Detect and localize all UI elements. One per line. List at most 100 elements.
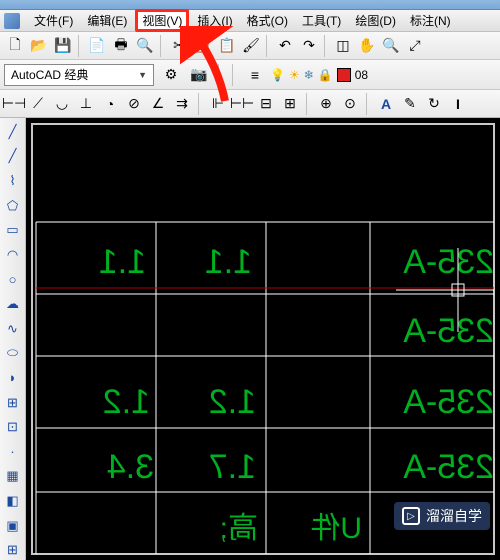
insert-block-tool[interactable]: ⊞ <box>3 393 23 413</box>
polygon-tool[interactable]: ⬠ <box>3 196 23 216</box>
dim-break-icon[interactable]: ⊞ <box>280 94 300 114</box>
menu-view[interactable]: 视图(V) <box>135 9 189 32</box>
layer-color-swatch[interactable] <box>337 68 351 82</box>
copy-button[interactable]: 📋 <box>192 35 214 57</box>
dim-edit-icon[interactable]: ✎ <box>400 94 420 114</box>
text-i-icon[interactable]: I <box>448 94 468 114</box>
dim-continue-icon[interactable]: ⊢⊢ <box>232 94 252 114</box>
cell-r1c1: 1.1 <box>99 243 146 281</box>
cut-button[interactable]: ✂ <box>168 35 190 57</box>
drawing-canvas[interactable]: 1.1 1.1 235-A 235-A 1.2 1.2 235-A 3.4 1.… <box>26 118 500 560</box>
menu-file[interactable]: 文件(F) <box>28 10 79 31</box>
cell-bottom-note: 高; <box>220 512 258 545</box>
cell-r2c3: 235-A <box>403 312 494 350</box>
watermark: ▷ 溜溜自学 <box>394 502 490 530</box>
layer-manager-button[interactable]: ≡ <box>244 64 266 86</box>
cell-r3c2: 1.2 <box>209 383 256 421</box>
revcloud-tool[interactable]: ☁ <box>3 294 23 314</box>
redo-button[interactable]: ↷ <box>298 35 320 57</box>
separator <box>78 35 82 57</box>
menu-insert[interactable]: 插入(I) <box>191 10 238 31</box>
cell-bottom-text: U件 <box>310 512 362 545</box>
polyline-tool[interactable]: ⌇ <box>3 171 23 191</box>
zoom-button[interactable]: 🔍 <box>380 35 402 57</box>
gear-button[interactable]: ⚙ <box>160 64 182 86</box>
menu-format[interactable]: 格式(O) <box>241 10 294 31</box>
separator <box>266 35 270 57</box>
menu-annotate[interactable]: 标注(N) <box>404 10 457 31</box>
style-toolbar: AutoCAD 经典 ▼ ⚙ 📷 ≡ 💡 ☀ ❄ 🔒 08 <box>0 60 500 90</box>
separator <box>232 64 236 86</box>
xline-tool[interactable]: ╱ <box>3 147 23 167</box>
match-button[interactable]: 🖌 <box>240 35 262 57</box>
menu-edit[interactable]: 编辑(E) <box>81 10 133 31</box>
dim-quick-icon[interactable]: ⇉ <box>172 94 192 114</box>
dim-arc-icon[interactable]: ◡ <box>52 94 72 114</box>
make-block-tool[interactable]: ⊡ <box>3 417 23 437</box>
paste-button[interactable]: 📋 <box>216 35 238 57</box>
dimension-toolbar: ⊢⊣ ⟋ ◡ ⊥ ◔ ⊘ ∠ ⇉ ⊩ ⊢⊢ ⊟ ⊞ ⊕ ⊙ A ✎ ↻ I <box>0 90 500 118</box>
zoom-extents-button[interactable]: ⤢ <box>404 35 426 57</box>
bulb-icon[interactable]: 💡 <box>270 68 285 82</box>
dim-aligned-icon[interactable]: ⟋ <box>28 94 48 114</box>
cell-r1c3: 235-A <box>403 243 494 281</box>
menu-draw[interactable]: 绘图(D) <box>349 10 402 31</box>
dim-linear-icon[interactable]: ⊢⊣ <box>4 94 24 114</box>
plot-button[interactable]: 🖶 <box>110 35 132 57</box>
dim-ordinate-icon[interactable]: ⊥ <box>76 94 96 114</box>
open-button[interactable]: 📂 <box>28 35 50 57</box>
watermark-text: 溜溜自学 <box>426 506 482 526</box>
separator <box>198 93 202 115</box>
text-a-icon[interactable]: A <box>376 94 396 114</box>
spline-tool[interactable]: ∿ <box>3 319 23 339</box>
table-tool[interactable]: ⊞ <box>3 540 23 560</box>
layer-controls: ≡ 💡 ☀ ❄ 🔒 08 <box>244 64 368 86</box>
region-tool[interactable]: ▣ <box>3 516 23 536</box>
cell-r3c1: 1.2 <box>103 383 150 421</box>
pan-button[interactable]: ✋ <box>356 35 378 57</box>
separator <box>218 64 222 86</box>
arc-tool[interactable]: ◠ <box>3 245 23 265</box>
workspace-label: AutoCAD 经典 <box>11 66 88 83</box>
standard-toolbar: 🗋 📂 💾 📄 🖶 🔍 ✂ 📋 📋 🖌 ↶ ↷ ◫ ✋ 🔍 ⤢ <box>0 32 500 60</box>
menu-tools[interactable]: 工具(T) <box>296 10 347 31</box>
app-icon <box>4 13 20 29</box>
line-tool[interactable]: ╱ <box>3 122 23 142</box>
tolerance-icon[interactable]: ⊕ <box>316 94 336 114</box>
workspace-select[interactable]: AutoCAD 经典 ▼ <box>4 64 154 86</box>
save-button[interactable]: 💾 <box>52 35 74 57</box>
dim-spacing-icon[interactable]: ⊟ <box>256 94 276 114</box>
cell-r4c2: 1.7 <box>209 448 256 486</box>
sheet-button[interactable]: 📄 <box>86 35 108 57</box>
new-button[interactable]: 🗋 <box>4 35 26 57</box>
drawing-svg: 1.1 1.1 235-A 235-A 1.2 1.2 235-A 3.4 1.… <box>26 118 500 560</box>
block-button[interactable]: ◫ <box>332 35 354 57</box>
lock-icon[interactable]: 🔒 <box>318 68 333 82</box>
hatch-tool[interactable]: ▦ <box>3 467 23 487</box>
undo-button[interactable]: ↶ <box>274 35 296 57</box>
work-area: ╱ ╱ ⌇ ⬠ ▭ ◠ ○ ☁ ∿ ⬭ ◗ ⊞ ⊡ · ▦ ◧ ▣ ⊞ <box>0 118 500 560</box>
gradient-tool[interactable]: ◧ <box>3 491 23 511</box>
separator <box>160 35 164 57</box>
dim-angular-icon[interactable]: ∠ <box>148 94 168 114</box>
center-mark-icon[interactable]: ⊙ <box>340 94 360 114</box>
camera-button[interactable]: 📷 <box>188 64 210 86</box>
menu-bar: 文件(F) 编辑(E) 视图(V) 插入(I) 格式(O) 工具(T) 绘图(D… <box>0 10 500 32</box>
cell-r1c2: 1.1 <box>205 243 252 281</box>
layer-name-label: 08 <box>355 68 368 82</box>
ellipse-arc-tool[interactable]: ◗ <box>3 368 23 388</box>
sun-icon[interactable]: ☀ <box>289 68 300 82</box>
cell-r4c1: 3.4 <box>107 448 154 486</box>
dim-diameter-icon[interactable]: ⊘ <box>124 94 144 114</box>
dim-radius-icon[interactable]: ◔ <box>100 94 120 114</box>
dim-update-icon[interactable]: ↻ <box>424 94 444 114</box>
preview-button[interactable]: 🔍 <box>134 35 156 57</box>
freeze-icon[interactable]: ❄ <box>304 68 314 82</box>
ellipse-tool[interactable]: ⬭ <box>3 343 23 363</box>
play-icon: ▷ <box>402 507 420 525</box>
separator <box>324 35 328 57</box>
rectangle-tool[interactable]: ▭ <box>3 220 23 240</box>
dim-baseline-icon[interactable]: ⊩ <box>208 94 228 114</box>
circle-tool[interactable]: ○ <box>3 270 23 290</box>
point-tool[interactable]: · <box>3 442 23 462</box>
